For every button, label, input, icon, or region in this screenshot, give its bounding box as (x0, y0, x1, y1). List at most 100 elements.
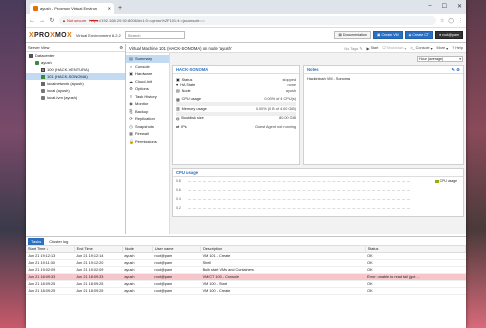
cube-icon: ◈ (408, 33, 412, 37)
proxmox-favicon-icon (33, 6, 38, 11)
browser-tabbar: ayush - Proxmox Virtual Environ ✕ + – ☐ … (26, 0, 466, 14)
timeframe-select[interactable]: Hour (average) ▾ (417, 56, 463, 62)
browser-tab[interactable]: ayush - Proxmox Virtual Environ ✕ (30, 3, 114, 14)
table-row[interactable]: Jun 21 18:09:25 Jun 21 18:09:25 ayush root@… (26, 287, 466, 295)
menu-item-snapshots[interactable]: ◷ Snapshots (126, 123, 169, 131)
star-icon[interactable]: ☆ (440, 18, 444, 24)
graph-legend[interactable]: CPU usage (434, 179, 457, 183)
network-icon: ⇄ (176, 125, 180, 130)
cell-start: Jun 21 18:09:25 (26, 280, 75, 288)
y-tick: 0.6 (176, 188, 181, 192)
menu-icon: > (129, 63, 133, 69)
tree-item[interactable]: Datacenter (26, 52, 125, 59)
new-tab-button[interactable]: + (118, 5, 122, 12)
menu-item-permissions[interactable]: 🔓 Permissions (126, 138, 169, 146)
tab-tasks[interactable]: Tasks (28, 237, 45, 245)
search-input[interactable] (124, 31, 185, 39)
content-title: Virtual Machine 101 (HACK-SONOMA) on nod… (129, 45, 232, 51)
menu-item-monitor[interactable]: ◉ Monitor (126, 100, 169, 108)
cell-status: OK (365, 280, 466, 288)
cell-desc: VM 100 - Start (200, 280, 366, 288)
disk-value: 80.00 GiB (279, 116, 296, 121)
not-secure-badge[interactable]: ▲ Not secure (62, 18, 86, 23)
menu-item-cloud-init[interactable]: ☁ Cloud-Init (126, 78, 169, 86)
documentation-button[interactable]: ▤ Documentation (334, 31, 372, 39)
cpu-graph: 0.8 0.6 0.4 0.2 CPU usage (176, 179, 460, 217)
cell-start: Jun 21 19:12:13 (26, 252, 75, 260)
menu-item-options[interactable]: ⚙ Options (126, 85, 169, 93)
cell-end: Jun 21 19:12:20 (74, 259, 123, 267)
tree-item[interactable]: localnetwork (ayush) (26, 80, 125, 87)
profile-icon[interactable]: ◯ (448, 18, 454, 24)
close-tab-icon[interactable]: ✕ (108, 6, 111, 11)
server-view-select[interactable]: Server View ⚙ (26, 44, 125, 52)
desktop-wallpaper-right (466, 0, 486, 328)
menu-item-console[interactable]: > Console (126, 63, 169, 71)
minimize-button[interactable]: – (428, 3, 431, 10)
start-button[interactable]: ▶ Start (367, 46, 379, 51)
y-tick: 0.8 (176, 179, 181, 183)
tags-label[interactable]: No Tags ✎ (344, 46, 362, 51)
settings-icon[interactable]: ⚙ (456, 67, 460, 72)
menu-item-task-history[interactable]: ≡ Task History (126, 93, 169, 101)
cell-start: Jun 21 18:09:25 (26, 287, 75, 295)
vm-status-card: HACK-SONOMA ▣ Status stopped ♥ HA State none… (172, 65, 300, 165)
tree-item[interactable]: local (ayush) (26, 87, 125, 94)
cell-status: Error: unable to read tail (got ... (365, 273, 466, 281)
close-window-button[interactable]: ✕ (457, 3, 462, 10)
browser-tab-title: ayush - Proxmox Virtual Environ (40, 6, 98, 11)
back-icon[interactable]: ← (29, 18, 35, 24)
tree-item[interactable]: 100 (HACK-VENTURA) (26, 66, 125, 73)
cpu-value: 0.00% of 4 CPU(s) (264, 97, 296, 102)
edit-icon[interactable]: ✎ (452, 67, 456, 72)
table-row[interactable]: Jun 21 18:09:33 Jun 21 18:09:33 ayush root@… (26, 273, 466, 281)
table-row[interactable]: Jun 21 19:12:13 Jun 21 19:12:14 ayush root@… (26, 252, 466, 260)
cell-desc: Bulk start VMs and Containers (200, 266, 366, 274)
tab-cluster-log[interactable]: Cluster log (46, 238, 71, 245)
memory-value: 0.00% (0 B of 4.00 GiB) (255, 106, 296, 111)
url-text: ://192.168.29.92:8006/#v1:0:=qemu%2F101:… (97, 18, 206, 23)
menu-item-firewall[interactable]: ▦ Firewall (126, 130, 169, 138)
node-icon (35, 60, 39, 65)
chevron-down-icon: ▾ (459, 57, 461, 61)
url-field[interactable]: ▲ Not secure https://192.168.29.92:8006/… (59, 16, 436, 25)
cell-node: ayush (122, 259, 153, 267)
menu-icon: ▦ (129, 131, 133, 137)
tree-item[interactable]: ayush (26, 59, 125, 66)
cell-node: ayush (122, 252, 153, 260)
table-row[interactable]: Jun 21 18:09:25 Jun 21 18:09:25 ayush root@… (26, 280, 466, 288)
cell-status: OK (365, 252, 466, 260)
cell-node: ayush (122, 287, 153, 295)
shutdown-button[interactable]: ⏻ Shutdown ▾ (383, 46, 407, 51)
gear-icon: ⚙ (119, 45, 123, 50)
tree-item[interactable]: 101 (HACK-SONOMA) (26, 73, 125, 80)
menu-item-replication[interactable]: ⟳ Replication (126, 115, 169, 123)
console-button[interactable]: >_ Console ▾ (410, 46, 432, 51)
cell-node: ayush (122, 273, 153, 281)
maximize-button[interactable]: ☐ (442, 3, 447, 10)
menu-icon: ◷ (129, 123, 133, 129)
create-vm-button[interactable]: ▣ Create VM (373, 31, 403, 39)
tree-item[interactable]: local-lvm (ayush) (26, 94, 125, 101)
table-row[interactable]: Jun 21 19:02:09 Jun 21 19:02:09 ayush root@… (26, 266, 466, 274)
table-row[interactable]: Jun 21 19:11:30 Jun 21 19:12:20 ayush root@… (26, 259, 466, 267)
create-ct-button[interactable]: ◈ Create CT (404, 31, 433, 39)
reload-icon[interactable]: ↻ (49, 17, 55, 24)
node-icon: ▤ (176, 89, 180, 94)
content-toolbar: Virtual Machine 101 (HACK-SONOMA) on nod… (126, 44, 466, 53)
menu-item-summary[interactable]: ▤ Summary (126, 55, 169, 63)
version-label: Virtual Environment 8.2.2 (75, 32, 121, 38)
user-menu-button[interactable]: ● root@pam (434, 31, 463, 39)
browser-menu-icon[interactable]: ⋮ (458, 18, 463, 24)
cell-desc: Shell (200, 259, 366, 267)
menu-icon: 🔓 (129, 138, 134, 144)
desktop-wallpaper-left (0, 0, 26, 328)
menu-item-hardware[interactable]: ▣ Hardware (126, 70, 169, 78)
forward-icon[interactable]: → (39, 18, 45, 24)
user-icon: ● (438, 33, 442, 37)
help-button[interactable]: ? Help (452, 46, 463, 50)
menu-item-backup[interactable]: ⎘ Backup (126, 108, 169, 116)
vm-menu: ▤ Summary > Console ▣ Hardware ☁ Cloud-Init ⚙ Opt… (126, 53, 170, 234)
more-button[interactable]: More ▾ (437, 46, 449, 51)
monitor-icon: ▣ (377, 33, 381, 37)
